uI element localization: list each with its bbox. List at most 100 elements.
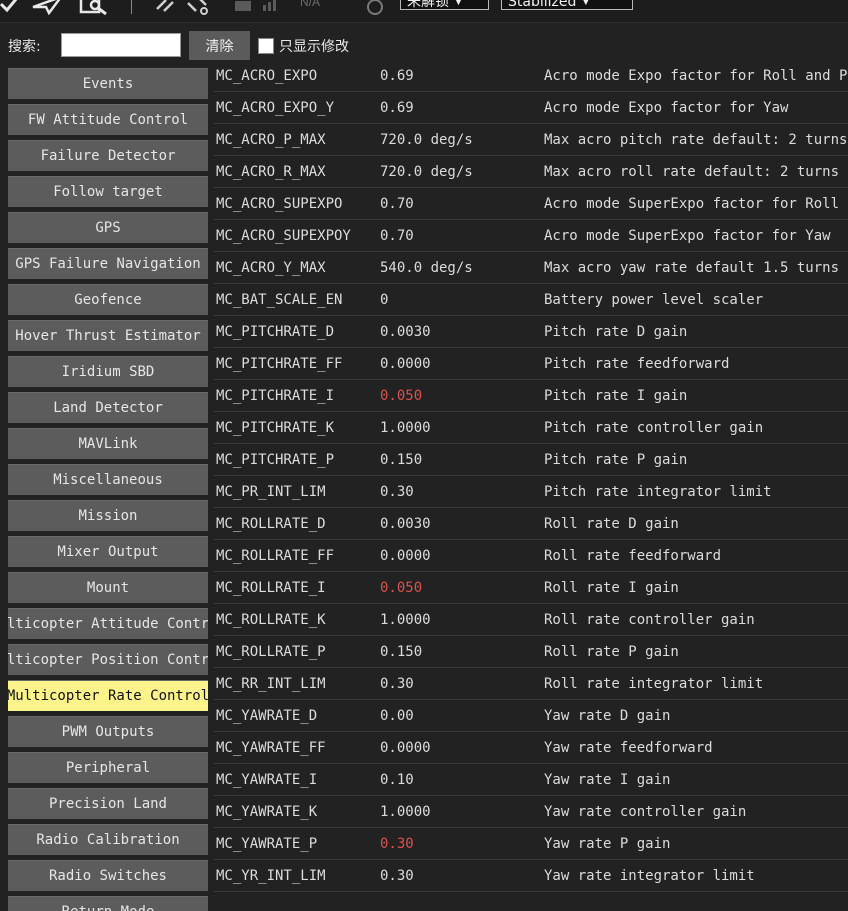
table-row[interactable]: MC_PITCHRATE_I 0.050 Pitch rate I gain xyxy=(214,380,848,412)
table-row[interactable]: MC_ROLLRATE_K 1.0000 Roll rate controller … xyxy=(214,604,848,636)
group-button[interactable]: Events xyxy=(8,68,208,99)
group-button[interactable]: Multicopter Rate Control xyxy=(8,680,208,711)
group-button-label: Radio Calibration xyxy=(36,832,180,848)
group-button[interactable]: Hover Thrust Estimator xyxy=(8,320,208,351)
show-modified-checkbox[interactable] xyxy=(258,38,274,54)
parameter-table: MC_ACRO_EXPO 0.69 Acro mode Expo factor fo… xyxy=(214,60,848,911)
param-name: MC_ACRO_EXPO xyxy=(216,68,318,84)
table-row[interactable]: MC_YAWRATE_P 0.30 Yaw rate P gain xyxy=(214,828,848,860)
group-button[interactable]: GPS xyxy=(8,212,208,243)
param-value: 720.0 deg/s xyxy=(380,132,473,148)
group-button[interactable]: Mission xyxy=(8,500,208,531)
group-button[interactable]: Peripheral xyxy=(8,752,208,783)
toolbar: N/A 未解锁 ▼ Stabilized ▼ xyxy=(0,0,848,23)
gps-icon[interactable] xyxy=(364,0,386,16)
group-button-label: Failure Detector xyxy=(40,148,176,164)
group-button[interactable]: Multicopter Attitude Control xyxy=(8,608,208,639)
param-value: 0.150 xyxy=(380,452,423,468)
param-value: 0.70 xyxy=(380,228,414,244)
param-name: MC_PITCHRATE_FF xyxy=(216,356,343,372)
flight-mode-combo[interactable]: Stabilized ▼ xyxy=(501,0,633,10)
group-button[interactable]: Land Detector xyxy=(8,392,208,423)
param-description: Pitch rate controller gain xyxy=(544,420,764,436)
group-button[interactable]: Precision Land xyxy=(8,788,208,819)
table-row[interactable]: MC_ACRO_R_MAX 720.0 deg/s Max acro roll ra… xyxy=(214,156,848,188)
param-name: MC_YAWRATE_D xyxy=(216,708,318,724)
param-value: 1.0000 xyxy=(380,420,431,436)
table-row[interactable]: MC_PITCHRATE_K 1.0000 Pitch rate controlle… xyxy=(214,412,848,444)
table-row[interactable]: MC_ACRO_EXPO_Y 0.69 Acro mode Expo factor … xyxy=(214,92,848,124)
group-button[interactable]: Radio Calibration xyxy=(8,824,208,855)
param-name: MC_PITCHRATE_K xyxy=(216,420,335,436)
group-button[interactable]: Follow target xyxy=(8,176,208,207)
arm-status-combo[interactable]: 未解锁 ▼ xyxy=(400,0,489,10)
signal-icon[interactable] xyxy=(262,0,278,16)
table-row[interactable]: MC_ROLLRATE_FF 0.0000 Roll rate feedforwar… xyxy=(214,540,848,572)
group-button[interactable]: FW Attitude Control xyxy=(8,104,208,135)
param-description: Pitch rate P gain xyxy=(544,452,688,468)
table-row[interactable]: MC_ACRO_SUPEXPO 0.70 Acro mode SuperExpo f… xyxy=(214,188,848,220)
group-button[interactable]: Mixer Output xyxy=(8,536,208,567)
group-button[interactable]: Geofence xyxy=(8,284,208,315)
group-button-label: Follow target xyxy=(53,184,163,200)
param-description: Pitch rate integrator limit xyxy=(544,484,772,500)
param-description: Pitch rate D gain xyxy=(544,324,688,340)
param-name: MC_ACRO_R_MAX xyxy=(216,164,326,180)
table-row[interactable]: MC_YAWRATE_I 0.10 Yaw rate I gain xyxy=(214,764,848,796)
param-name: MC_ROLLRATE_P xyxy=(216,644,326,660)
group-button[interactable]: PWM Outputs xyxy=(8,716,208,747)
check-icon[interactable] xyxy=(0,0,18,16)
param-name: MC_YAWRATE_K xyxy=(216,804,318,820)
param-value: 0.69 xyxy=(380,68,414,84)
group-button[interactable]: Return Mode xyxy=(8,896,208,911)
table-row[interactable]: MC_YAWRATE_D 0.00 Yaw rate D gain xyxy=(214,700,848,732)
table-row[interactable]: MC_PITCHRATE_FF 0.0000 Pitch rate feedforw… xyxy=(214,348,848,380)
group-button[interactable]: Mount xyxy=(8,572,208,603)
param-name: MC_ACRO_SUPEXPO xyxy=(216,196,343,212)
param-value: 1.0000 xyxy=(380,804,431,820)
table-row[interactable]: MC_YAWRATE_FF 0.0000 Yaw rate feedforward xyxy=(214,732,848,764)
search-input[interactable] xyxy=(61,33,181,57)
group-button[interactable]: MAVLink xyxy=(8,428,208,459)
group-button[interactable]: Miscellaneous xyxy=(8,464,208,495)
link-icon[interactable] xyxy=(154,0,176,16)
group-button-label: Land Detector xyxy=(53,400,163,416)
table-row[interactable]: MC_YAWRATE_K 1.0000 Yaw rate controller ga… xyxy=(214,796,848,828)
group-button-label: FW Attitude Control xyxy=(27,112,189,128)
table-row[interactable]: MC_ROLLRATE_P 0.150 Roll rate P gain xyxy=(214,636,848,668)
param-description: Pitch rate I gain xyxy=(544,388,688,404)
group-button-label: Radio Switches xyxy=(48,868,167,884)
table-row[interactable]: MC_YR_INT_LIM 0.30 Yaw rate integrator lim… xyxy=(214,860,848,892)
table-row[interactable]: MC_PITCHRATE_P 0.150 Pitch rate P gain xyxy=(214,444,848,476)
group-button[interactable]: Iridium SBD xyxy=(8,356,208,387)
table-row[interactable]: MC_RR_INT_LIM 0.30 Roll rate integrator li… xyxy=(214,668,848,700)
group-button[interactable]: Multicopter Position Control xyxy=(8,644,208,675)
param-value: 540.0 deg/s xyxy=(380,260,473,276)
group-button-label: Precision Land xyxy=(48,796,167,812)
clear-button[interactable]: 清除 xyxy=(189,31,250,60)
table-row[interactable]: MC_ACRO_SUPEXPOY 0.70 Acro mode SuperExpo … xyxy=(214,220,848,252)
table-row[interactable]: MC_ACRO_P_MAX 720.0 deg/s Max acro pitch r… xyxy=(214,124,848,156)
param-description: Acro mode Expo factor for Roll and Pitch xyxy=(544,68,848,84)
group-button[interactable]: Radio Switches xyxy=(8,860,208,891)
table-row[interactable]: MC_ACRO_Y_MAX 540.0 deg/s Max acro yaw rat… xyxy=(214,252,848,284)
group-button-label: Peripheral xyxy=(65,760,151,776)
group-button-label: GPS xyxy=(95,220,121,236)
table-row[interactable]: MC_BAT_SCALE_EN 0 Battery power level scal… xyxy=(214,284,848,316)
param-name: MC_ROLLRATE_D xyxy=(216,516,326,532)
param-name: MC_YAWRATE_P xyxy=(216,836,318,852)
param-name: MC_PR_INT_LIM xyxy=(216,484,326,500)
table-row[interactable]: MC_PR_INT_LIM 0.30 Pitch rate integrator l… xyxy=(214,476,848,508)
table-row[interactable]: MC_PITCHRATE_D 0.0030 Pitch rate D gain xyxy=(214,316,848,348)
table-row[interactable]: MC_ROLLRATE_D 0.0030 Roll rate D gain xyxy=(214,508,848,540)
group-button[interactable]: Failure Detector xyxy=(8,140,208,171)
param-description: Yaw rate controller gain xyxy=(544,804,747,820)
analyze-icon[interactable] xyxy=(78,0,110,16)
link-broken-icon[interactable] xyxy=(186,0,210,16)
camera-icon[interactable] xyxy=(234,0,252,16)
group-button[interactable]: GPS Failure Navigation xyxy=(8,248,208,279)
table-row[interactable]: MC_ROLLRATE_I 0.050 Roll rate I gain xyxy=(214,572,848,604)
paper-plane-icon[interactable] xyxy=(30,0,64,16)
group-button-label: Iridium SBD xyxy=(61,364,155,380)
table-row[interactable]: MC_ACRO_EXPO 0.69 Acro mode Expo factor fo… xyxy=(214,60,848,92)
